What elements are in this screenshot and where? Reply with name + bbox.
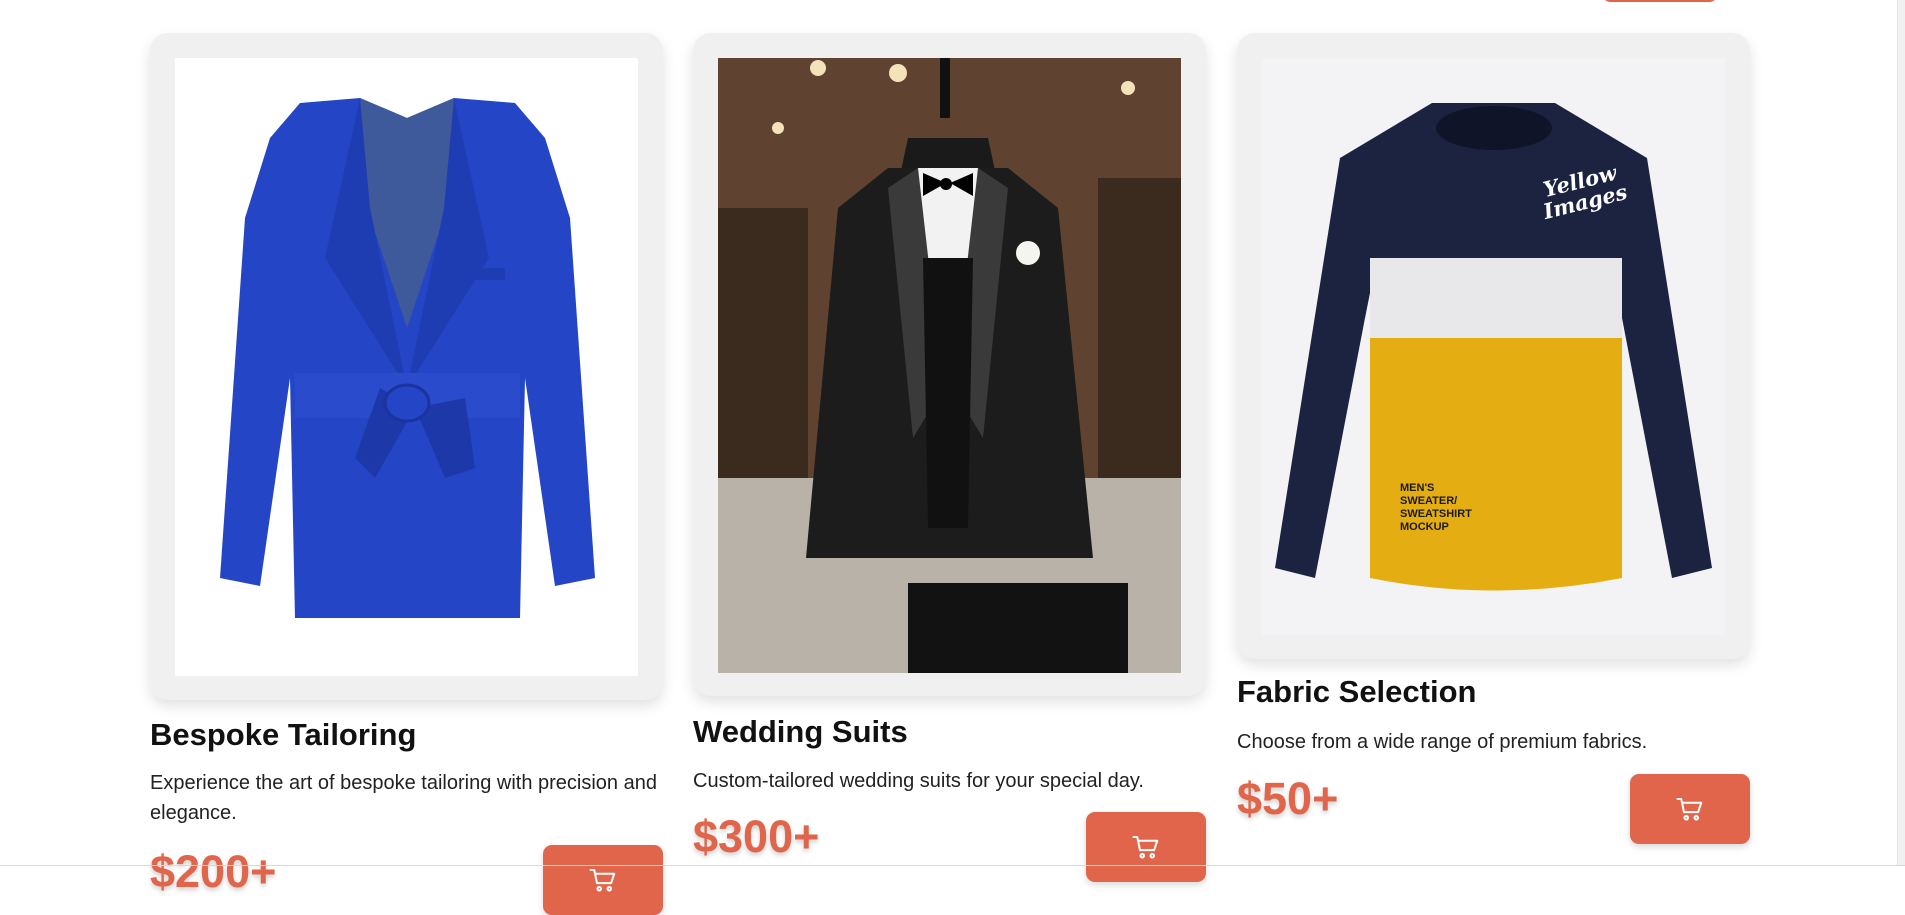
product-title: Bespoke Tailoring: [150, 717, 417, 752]
cart-icon: [1132, 836, 1159, 859]
product-price: $300+: [693, 811, 820, 862]
sweatshirt-print-4: MOCKUP: [1400, 521, 1449, 533]
product-price: $50+: [1237, 773, 1339, 824]
vertical-scrollbar[interactable]: [1897, 0, 1905, 866]
blue-blazer-image: [220, 98, 595, 618]
product-title: Fabric Selection: [1237, 674, 1477, 709]
product-image-frame: [150, 33, 663, 700]
partial-add-to-cart-button[interactable]: [1601, 0, 1719, 2]
product-card-fabric-selection: Yellow Images MEN'S SWEATER/ SWEATSHIRT …: [1237, 33, 1750, 866]
sweatshirt-print-1: MEN'S: [1400, 482, 1434, 494]
product-card-wedding-suits: Wedding Suits Custom-tailored wedding su…: [693, 33, 1206, 882]
add-to-cart-button[interactable]: [1630, 774, 1750, 844]
black-tuxedo-image: [718, 58, 1181, 673]
product-description: Custom-tailored wedding suits for your s…: [693, 770, 1144, 792]
product-description: Experience the art of bespoke tailoring …: [150, 772, 657, 824]
product-title: Wedding Suits: [693, 714, 908, 749]
sweatshirt-print-3: SWEATSHIRT: [1400, 508, 1472, 520]
product-card-bespoke-tailoring: Bespoke Tailoring Experience the art of …: [150, 33, 663, 915]
cart-icon: [589, 869, 616, 892]
product-description: Choose from a wide range of premium fabr…: [1237, 731, 1648, 753]
sweatshirt-print-2: SWEATER/: [1400, 495, 1457, 507]
product-price: $200+: [150, 846, 277, 897]
sweatshirt-image: Yellow Images MEN'S SWEATER/ SWEATSHIRT …: [1275, 103, 1712, 591]
cart-icon: [1676, 798, 1703, 821]
add-to-cart-button[interactable]: [1086, 812, 1206, 882]
product-image-frame: Yellow Images MEN'S SWEATER/ SWEATSHIRT …: [1237, 33, 1750, 659]
add-to-cart-button[interactable]: [543, 845, 663, 915]
product-image-frame: [693, 33, 1206, 696]
